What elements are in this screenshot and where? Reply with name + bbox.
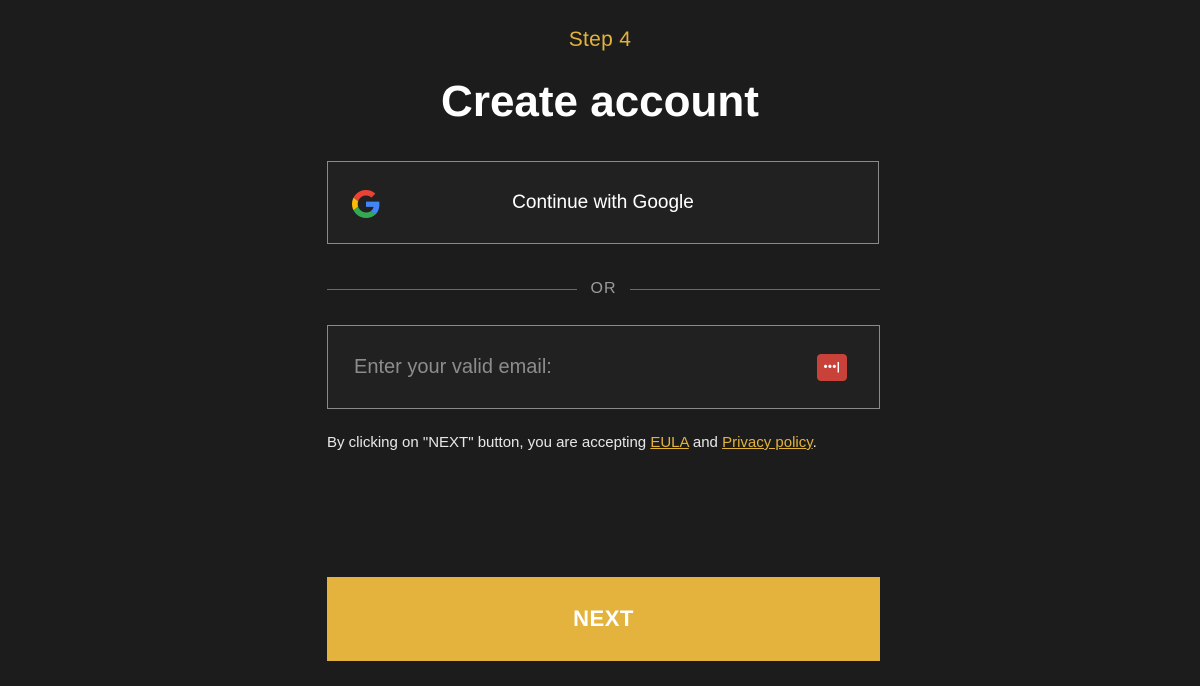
- create-account-page: Step 4 Create account Continue with Goog…: [0, 0, 1200, 686]
- page-title: Create account: [441, 77, 759, 126]
- google-button-label: Continue with Google: [512, 192, 694, 213]
- continue-with-google-button[interactable]: Continue with Google: [327, 161, 879, 244]
- or-divider: OR: [327, 278, 880, 300]
- divider-line-right: [630, 289, 880, 290]
- terms-conjunction: and: [688, 434, 723, 451]
- terms-notice: By clicking on "NEXT" button, you are ac…: [327, 433, 887, 453]
- password-manager-icon[interactable]: •••|: [817, 354, 847, 381]
- privacy-policy-link[interactable]: Privacy policy: [722, 434, 813, 451]
- email-field-container: •••|: [327, 325, 880, 409]
- eula-link[interactable]: EULA: [650, 434, 688, 451]
- next-button[interactable]: NEXT: [327, 577, 880, 661]
- step-indicator: Step 4: [568, 28, 632, 51]
- dots-glyph: •••|: [823, 361, 841, 373]
- terms-prefix: By clicking on "NEXT" button, you are ac…: [327, 434, 651, 451]
- email-input[interactable]: [328, 326, 879, 408]
- terms-suffix: .: [812, 434, 817, 451]
